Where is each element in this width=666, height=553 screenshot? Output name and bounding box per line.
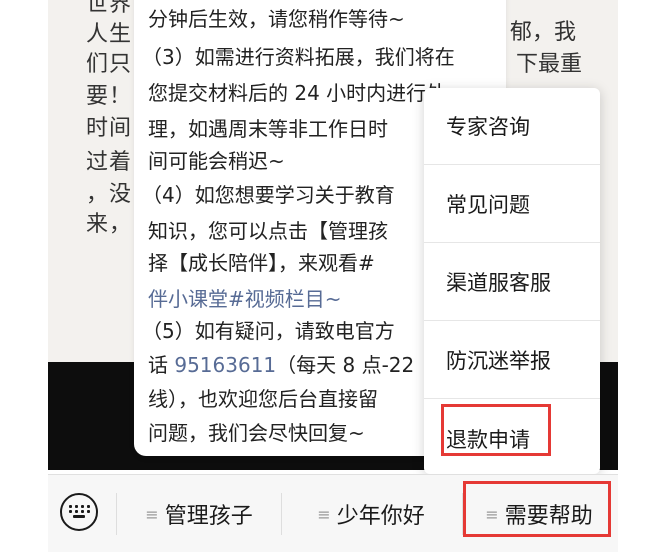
message-text: （每天 8 点-22 — [276, 353, 415, 377]
keyboard-icon[interactable] — [60, 493, 98, 531]
article-line: 来， — [86, 212, 133, 237]
message-line: （5）如有疑问，请致电官方 — [142, 319, 395, 343]
popup-item-label: 常见问题 — [446, 193, 530, 217]
message-line: 知识，您可以点击【管理孩 — [148, 219, 388, 243]
popup-item-faq[interactable]: 常见问题 — [424, 166, 600, 243]
bottom-menu-bar: ≡ 管理孩子 ≡ 少年你好 ≡ 需要帮助 — [48, 474, 618, 552]
tab-label: 少年你好 — [336, 504, 425, 529]
tab-divider — [462, 493, 463, 535]
message-line: 理，如遇周末等非工作日时 — [148, 117, 388, 141]
message-line: 间可能会稍迟~ — [148, 149, 285, 173]
tab-hello-youth[interactable]: ≡ 少年你好 — [282, 475, 460, 553]
tab-manage-child[interactable]: ≡ 管理孩子 — [118, 475, 280, 553]
message-line: 问题，我们会尽快回复~ — [148, 421, 365, 445]
article-line: 时间 — [86, 116, 133, 141]
article-line: ，没 — [86, 182, 133, 207]
popup-item-label: 渠道服客服 — [446, 271, 551, 295]
message-line: 您提交材料后的 24 小时内进行处 — [148, 81, 447, 105]
article-line: 过着 — [86, 150, 133, 175]
message-text: 话 — [148, 353, 175, 377]
article-fragment: 郁，我 — [510, 20, 577, 45]
popup-item-channel-service[interactable]: 渠道服客服 — [424, 244, 600, 321]
menu-list-icon: ≡ — [317, 504, 331, 524]
keyboard-keys — [69, 505, 90, 519]
popup-item-label: 防沉迷举报 — [446, 349, 551, 373]
popup-item-anti-addiction[interactable]: 防沉迷举报 — [424, 322, 600, 399]
article-line: 要！ — [86, 84, 133, 109]
menu-list-icon: ≡ — [485, 504, 499, 524]
video-link[interactable]: 伴小课堂#视频栏目~ — [148, 282, 342, 316]
tab-label: 需要帮助 — [504, 504, 593, 529]
popup-item-expert[interactable]: 专家咨询 — [424, 88, 600, 165]
message-line: 话 95163611（每天 8 点-22 — [148, 348, 414, 382]
tab-label: 管理孩子 — [164, 504, 253, 529]
popup-item-label: 专家咨询 — [446, 115, 530, 139]
menu-list-icon: ≡ — [145, 504, 159, 524]
help-popup-menu: 专家咨询 常见问题 渠道服客服 防沉迷举报 退款申请 — [424, 88, 600, 474]
popup-item-label: 退款申请 — [446, 427, 530, 452]
message-line: （3）如需进行资料拓展，我们将在 — [142, 45, 455, 69]
phone-link[interactable]: 95163611 — [174, 353, 276, 377]
article-line: 们只 — [86, 52, 133, 77]
article-line: 人生 — [86, 22, 133, 47]
popup-item-refund[interactable]: 退款申请 — [424, 400, 600, 477]
message-line: 分钟后生效，请您稍作等待~ — [148, 7, 405, 31]
tab-divider — [116, 493, 117, 535]
message-line: 线），也欢迎您后台直接留 — [148, 387, 378, 411]
message-line: （4）如您想要学习关于教育 — [142, 183, 395, 207]
article-fragment: 下最重 — [516, 52, 583, 77]
tab-need-help[interactable]: ≡ 需要帮助 — [464, 475, 614, 553]
message-text: 择【成长陪伴】，来观看# — [148, 251, 375, 275]
message-line: 择【成长陪伴】，来观看# — [148, 246, 375, 280]
